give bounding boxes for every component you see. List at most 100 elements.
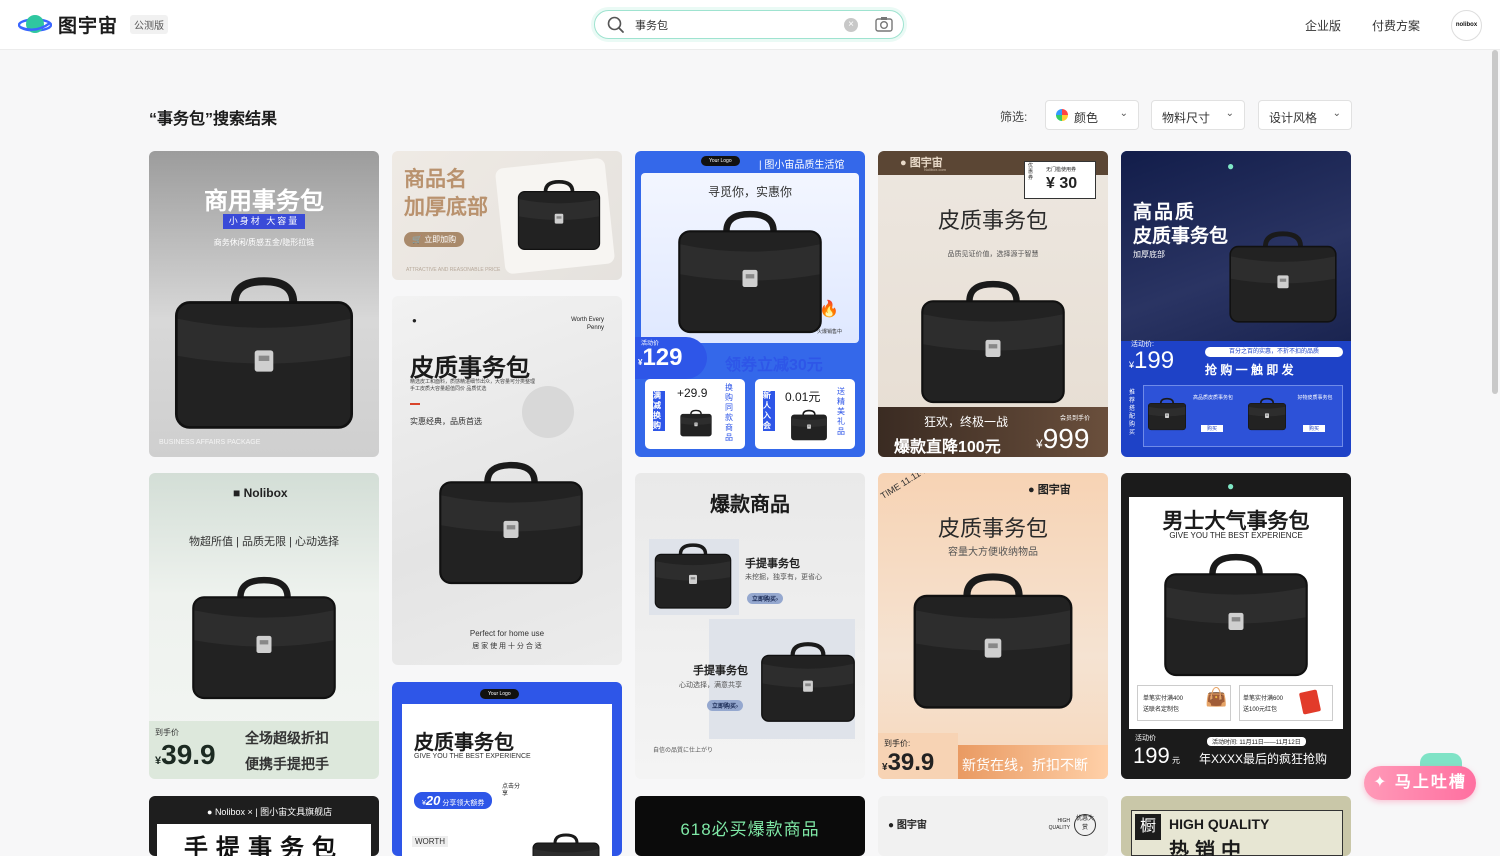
filter-size-label: 物料尺寸	[1162, 111, 1211, 125]
nav-enterprise[interactable]: 企业版	[1305, 17, 1341, 34]
briefcase-image	[653, 541, 733, 611]
filter-size-dropdown[interactable]: 物料尺寸 ⌄	[1151, 100, 1245, 130]
result-card-5[interactable]: ● 高品质 皮质事务包 加厚底部 活动价: ¥199 百分之百的实惠，不折不扣的…	[1121, 151, 1351, 457]
card-title: 皮质事务包	[414, 732, 514, 754]
result-card-1[interactable]: 商用事务包 小身材 大容量 商务休闲/质感五金/隐形拉链 BUSINESS AF…	[149, 151, 379, 457]
buy-now-button[interactable]: 立即购买›	[747, 593, 784, 604]
card-slogan: 物超所值 | 品质无限 | 心动选择	[189, 536, 339, 548]
product-name-2: 手提事务包	[693, 665, 748, 677]
card-left-price: +29.9	[677, 386, 708, 400]
filter-style-dropdown[interactable]: 设计风格 ⌄	[1258, 100, 1352, 130]
planet-logo-icon	[17, 12, 53, 38]
briefcase-image	[1161, 549, 1311, 681]
filter-color-dropdown[interactable]: 颜色 ⌄	[1045, 100, 1139, 130]
card-worth: Worth Every Penny	[571, 317, 604, 331]
card-title: 皮质事务包	[937, 208, 1048, 233]
card-subtitle: 商务休闲/质感五金/隐形拉链	[213, 238, 315, 247]
buy-button[interactable]: 购买	[1201, 425, 1224, 432]
card-logo: Your Logo	[480, 689, 519, 699]
result-card-4[interactable]: ● 图宇宙 Nolibox.com 优惠券 无门槛使用券 ¥ 30 皮质事务包 …	[878, 151, 1108, 457]
card-line-2: 便携手提把手	[245, 756, 329, 772]
buy-now-button[interactable]: 立即购买›	[707, 700, 744, 711]
result-card-14[interactable]: ● 图宇宙 HIGH QUALITY 优惠大赏	[878, 796, 1108, 856]
result-card-6[interactable]: ■ Nolibox 物超所值 | 品质无限 | 心动选择 到手价 ¥39.9 全…	[149, 473, 379, 779]
page-scrollbar[interactable]	[1492, 50, 1498, 394]
product-sub-2: 心动选择，满意共享	[679, 682, 742, 689]
clear-icon[interactable]: ×	[844, 18, 858, 32]
briefcase-image	[1247, 397, 1287, 431]
camera-icon[interactable]	[875, 16, 893, 37]
share-coupon[interactable]: ¥20 分享领大额券	[414, 792, 493, 809]
card-price: ¥39.9	[155, 739, 216, 770]
card-footer: ATTRACTIVE AND REASONABLE PRICE	[406, 267, 501, 273]
result-card-8[interactable]: Your Logo 皮质事务包 GIVE YOU THE BEST EXPERI…	[392, 682, 622, 856]
share-label: 点击分享	[502, 784, 521, 797]
briefcase-image	[436, 458, 586, 588]
page-title: “事务包”搜索结果	[149, 111, 278, 128]
member-price-label: 会员到手价	[1060, 416, 1091, 422]
result-card-3[interactable]: Your Logo | 图小宙品质生活馆 寻觅你，实惠你 🔥 火爆销售中 活动价…	[635, 151, 865, 457]
result-card-9[interactable]: 爆款商品 手提事务包 未挖掘，独享有，更省心 立即购买› 手提事务包 心动选择，…	[635, 473, 865, 779]
card-url: Nolibox.com	[924, 167, 947, 172]
result-card-7[interactable]: ● Worth Every Penny 皮质事务包 精选皮工和面料，质感精湛细节…	[392, 296, 622, 665]
price-label: 到手价:	[884, 739, 911, 748]
card-subtitle: 实惠经典，品质首选	[410, 417, 482, 426]
card-badge: 优惠大赏	[1074, 814, 1096, 836]
coupon-text: 领券立减30元	[725, 357, 823, 374]
result-card-15[interactable]: 橱 HIGH QUALITY 热销中	[1121, 796, 1351, 856]
card-subtitle: 品质见证价值，选择源于智慧	[947, 251, 1039, 258]
planet-logo-icon: ●	[1227, 479, 1235, 493]
card-subtitle: GIVE YOU THE BEST EXPERIENCE	[414, 753, 531, 760]
filter-label: 筛选:	[1000, 110, 1028, 124]
chevron-down-icon: ⌄	[1332, 108, 1341, 119]
coupon-tag: 优惠券	[1028, 163, 1034, 181]
card-subtitle: 热销中	[1169, 840, 1247, 856]
card-subtitle: 加厚底部	[1133, 250, 1165, 259]
card-title: 皮质事务包	[937, 516, 1048, 541]
search-icon[interactable]	[607, 16, 625, 39]
briefcase-image	[759, 629, 857, 735]
card-left-tag: 满减换购	[653, 391, 665, 431]
card-tag: 小身材 大容量	[223, 214, 305, 229]
flame-icon: 🔥	[819, 301, 839, 318]
buy-button[interactable]: 购买	[1303, 425, 1326, 432]
card-brand: ● Nolibox × | 图小宙文具旗舰店	[207, 807, 333, 817]
search-bar[interactable]: ×	[594, 10, 904, 39]
card-en: Perfect for home use	[469, 629, 545, 638]
card-right-text: 送精美礼品	[837, 387, 845, 436]
card-logo-icon: ●	[412, 316, 417, 325]
card-price: ¥129	[638, 344, 683, 371]
card-desc-1: 精选皮工和面料，质感精湛细节出众，大容量可分类整理	[410, 379, 536, 385]
card-time: TIME 11.11-11.20	[878, 473, 944, 501]
result-card-11[interactable]: ● 男士大气事务包 GIVE YOU THE BEST EXPERIENCE 单…	[1121, 473, 1351, 779]
briefcase-image	[1147, 397, 1187, 431]
briefcase-image	[789, 409, 829, 441]
result-card-12[interactable]: ● Nolibox × | 图小宙文具旗舰店 手提事务包	[149, 796, 379, 856]
tote-bag-icon: 👜	[1205, 687, 1228, 707]
card-subtitle: GIVE YOU THE BEST EXPERIENCE	[1169, 531, 1303, 540]
result-card-13[interactable]: 618必买爆款商品	[635, 796, 865, 856]
card-brand: ● 图宇宙	[888, 820, 927, 831]
feedback-button[interactable]: ✦ 马上吐槽	[1364, 766, 1476, 800]
nav-pricing[interactable]: 付费方案	[1372, 17, 1420, 34]
add-to-cart-button[interactable]: 🛒 立即加购	[404, 232, 465, 247]
card-brand: | 图小宙品质生活馆	[759, 160, 845, 171]
product-name-1: 手提事务包	[745, 558, 800, 570]
card-title: 618必买爆款商品	[680, 820, 820, 839]
card-banner: 百分之百的实惠，不折不扣的品质	[1205, 347, 1343, 357]
card-brand: ■ Nolibox	[233, 486, 288, 500]
top-bar: 图宇宙 公测版 × 企业版 付费方案 nolibox	[0, 0, 1500, 50]
logo[interactable]: 图宇宙 公测版	[17, 11, 169, 38]
logo-name: 图宇宙	[58, 16, 119, 37]
result-card-2[interactable]: 商品名 加厚底部 🛒 立即加购 ATTRACTIVE AND REASONABL…	[392, 151, 622, 280]
briefcase-image	[910, 569, 1076, 713]
offer-1-line-1: 单笔实付满400	[1143, 696, 1184, 702]
search-input[interactable]	[633, 15, 837, 35]
avatar[interactable]: nolibox	[1451, 10, 1482, 41]
price-label: 活动价	[1135, 735, 1156, 742]
card-cn: 居 家 使 用 十 分 合 适	[472, 643, 542, 650]
card-slogan: 新货在线，折扣不断	[962, 757, 1088, 773]
card-price: ¥999	[1036, 423, 1090, 454]
result-card-10[interactable]: ● 图宇宙 TIME 11.11-11.20 皮质事务包 容量大方便收纳物品 到…	[878, 473, 1108, 779]
briefcase-image	[918, 277, 1068, 407]
